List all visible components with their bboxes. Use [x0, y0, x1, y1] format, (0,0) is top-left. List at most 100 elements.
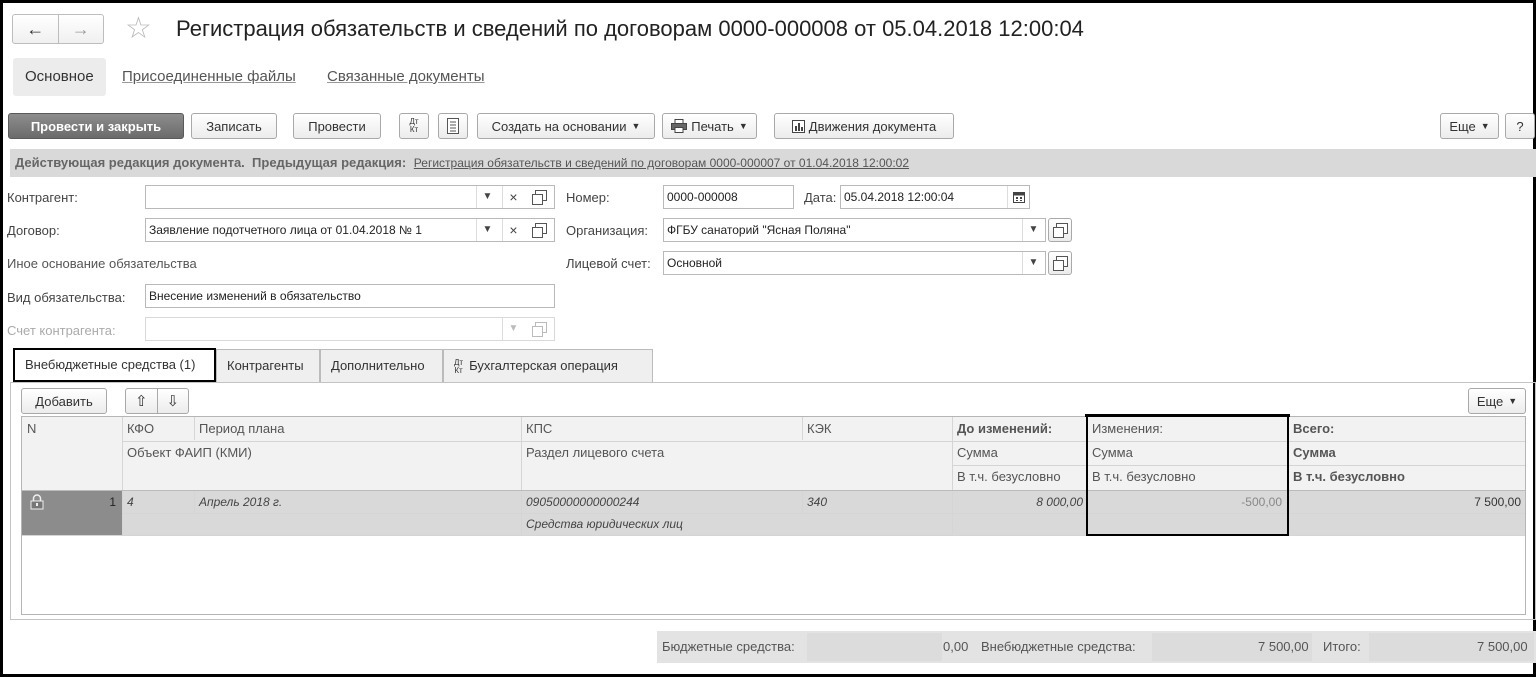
- tab-main[interactable]: Основное: [13, 58, 106, 96]
- chevron-down-icon: ▼: [738, 121, 748, 131]
- move-up-arrow-icon[interactable]: ⇧: [126, 392, 157, 410]
- other-basis-label: Иное основание обязательства: [7, 256, 197, 271]
- col-total-sum[interactable]: Сумма: [1288, 441, 1525, 465]
- cell-kps[interactable]: 09050000000000244: [521, 491, 802, 513]
- col-kek[interactable]: КЭК: [802, 417, 952, 441]
- extrabudgetary-funds-value: 7 500,00: [1258, 639, 1309, 654]
- chevron-down-icon: ▼: [631, 121, 641, 131]
- open-window-icon: [532, 190, 547, 205]
- date-field[interactable]: 05.04.2018 12:00:04: [840, 185, 1030, 209]
- save-button[interactable]: Записать: [191, 113, 277, 139]
- tab-attached-files[interactable]: Присоединенные файлы: [110, 58, 308, 96]
- back-arrow-icon[interactable]: ←: [13, 15, 58, 43]
- open-window-icon: [532, 223, 547, 238]
- tab-extrabudgetary-funds[interactable]: Внебюджетные средства (1): [13, 348, 216, 382]
- col-before-unconditional[interactable]: В т.ч. безусловно: [952, 465, 1087, 489]
- cell-total-sum[interactable]: 7 500,00: [1288, 491, 1525, 513]
- open-field-button[interactable]: [528, 186, 550, 208]
- post-and-close-button[interactable]: Провести и закрыть: [8, 113, 184, 139]
- tab-additional[interactable]: Дополнительно: [320, 349, 443, 382]
- totals-bar: Бюджетные средства: 0,00 Внебюджетные ср…: [657, 631, 1536, 663]
- row-number: 1: [109, 495, 116, 509]
- col-kps[interactable]: КПС: [521, 417, 802, 441]
- history-nav: ← →: [12, 14, 104, 44]
- dropdown-arrow-icon[interactable]: ▼: [476, 186, 498, 208]
- counterparty-account-label: Счет контрагента:: [7, 323, 116, 338]
- chevron-down-icon: ▼: [1508, 396, 1518, 406]
- previous-revision-link[interactable]: Регистрация обязательств и сведений по д…: [414, 156, 909, 170]
- organization-field[interactable]: ФГБУ санаторий "Ясная Поляна" ▼: [663, 218, 1046, 242]
- tab-accounting-operation[interactable]: Дт Кт Бухгалтерская операция: [443, 349, 653, 382]
- contract-label: Договор:: [7, 223, 60, 238]
- cell-period[interactable]: Апрель 2018 г.: [194, 491, 521, 513]
- extrabudgetary-table: N КФО Период плана Объект ФАИП (КМИ) КПС…: [21, 416, 1526, 615]
- cell-before-sum[interactable]: 8 000,00: [952, 491, 1087, 513]
- create-based-on-button[interactable]: Создать на основании ▼: [477, 113, 655, 139]
- document-window: ← → ☆ Регистрация обязательств и сведени…: [0, 0, 1536, 677]
- help-button[interactable]: ?: [1505, 113, 1535, 139]
- cell-section[interactable]: Средства юридических лиц: [521, 513, 952, 535]
- clear-x-icon[interactable]: ×: [502, 219, 524, 241]
- budget-funds-label: Бюджетные средства:: [662, 639, 795, 654]
- calendar-icon[interactable]: [1007, 186, 1029, 208]
- dropdown-arrow-icon[interactable]: ▼: [1022, 219, 1044, 241]
- revision-info-bar: Действующая редакция документа. Предыдущ…: [10, 149, 1536, 177]
- dropdown-arrow-icon[interactable]: ▼: [1022, 252, 1044, 274]
- number-field[interactable]: 0000-000008: [663, 185, 794, 209]
- counterparty-field[interactable]: ▼ ×: [145, 185, 555, 209]
- col-total-unconditional[interactable]: В т.ч. безусловно: [1288, 465, 1525, 489]
- post-button[interactable]: Провести: [293, 113, 381, 139]
- table-more-button[interactable]: Еще ▼: [1468, 388, 1526, 414]
- col-total[interactable]: Всего:: [1288, 417, 1525, 441]
- dt-kt-button[interactable]: Дт Кт: [399, 113, 429, 139]
- number-label: Номер:: [566, 190, 610, 205]
- extrabudgetary-funds-label: Внебюджетные средства:: [981, 639, 1136, 654]
- chevron-down-icon: ▼: [1480, 121, 1490, 131]
- list-report-button[interactable]: [438, 113, 468, 139]
- counterparty-label: Контрагент:: [7, 190, 78, 205]
- add-row-button[interactable]: Добавить: [21, 388, 107, 414]
- move-down-arrow-icon[interactable]: ⇩: [158, 392, 189, 410]
- cell-kfo[interactable]: 4: [122, 491, 194, 513]
- favorite-star-icon[interactable]: ☆: [125, 13, 152, 45]
- printer-icon: [671, 119, 688, 133]
- more-button[interactable]: Еще ▼: [1440, 113, 1499, 139]
- open-field-button[interactable]: [528, 219, 550, 241]
- tab-counterparties[interactable]: Контрагенты: [216, 349, 320, 382]
- previous-revision-label: Предыдущая редакция:: [252, 155, 407, 170]
- clear-x-icon[interactable]: ×: [502, 186, 524, 208]
- print-button[interactable]: Печать ▼: [662, 113, 757, 139]
- total-value: 7 500,00: [1477, 639, 1528, 654]
- open-field-button: [528, 318, 550, 340]
- dropdown-arrow-icon[interactable]: ▼: [476, 219, 498, 241]
- dt-kt-icon: Дт Кт: [454, 357, 464, 375]
- open-personal-account-button[interactable]: [1048, 251, 1072, 275]
- col-before-sum[interactable]: Сумма: [952, 441, 1087, 465]
- contract-field[interactable]: Заявление подотчетного лица от 01.04.201…: [145, 218, 555, 242]
- cell-kek[interactable]: 340: [802, 491, 952, 513]
- personal-account-label: Лицевой счет:: [566, 256, 651, 271]
- obligation-type-field[interactable]: Внесение изменений в обязательство: [145, 284, 555, 308]
- col-period[interactable]: Период плана: [194, 417, 521, 441]
- open-organization-button[interactable]: [1048, 218, 1072, 242]
- dt-kt-icon: Дт Кт: [409, 117, 419, 134]
- move-row-buttons: ⇧ ⇩: [125, 388, 189, 414]
- budget-funds-value: 0,00: [943, 639, 969, 654]
- col-kfo[interactable]: КФО: [122, 417, 194, 441]
- changes-column-highlight: [1086, 417, 1289, 536]
- open-window-icon: [1053, 223, 1068, 238]
- document-movements-button[interactable]: Движения документа: [774, 113, 954, 139]
- col-section[interactable]: Раздел лицевого счета: [521, 441, 952, 465]
- col-before[interactable]: До изменений:: [952, 417, 1087, 441]
- page-title: Регистрация обязательств и сведений по д…: [176, 16, 1084, 41]
- date-label: Дата:: [804, 190, 837, 205]
- document-list-icon: [447, 118, 459, 134]
- counterparty-account-field: ▼: [145, 317, 555, 341]
- organization-label: Организация:: [566, 223, 649, 238]
- forward-arrow-icon[interactable]: →: [57, 15, 104, 43]
- col-n[interactable]: N: [22, 417, 122, 441]
- col-object[interactable]: Объект ФАИП (КМИ): [122, 441, 521, 465]
- tab-related-documents[interactable]: Связанные документы: [315, 58, 497, 96]
- open-window-icon: [532, 322, 547, 337]
- personal-account-field[interactable]: Основной ▼: [663, 251, 1046, 275]
